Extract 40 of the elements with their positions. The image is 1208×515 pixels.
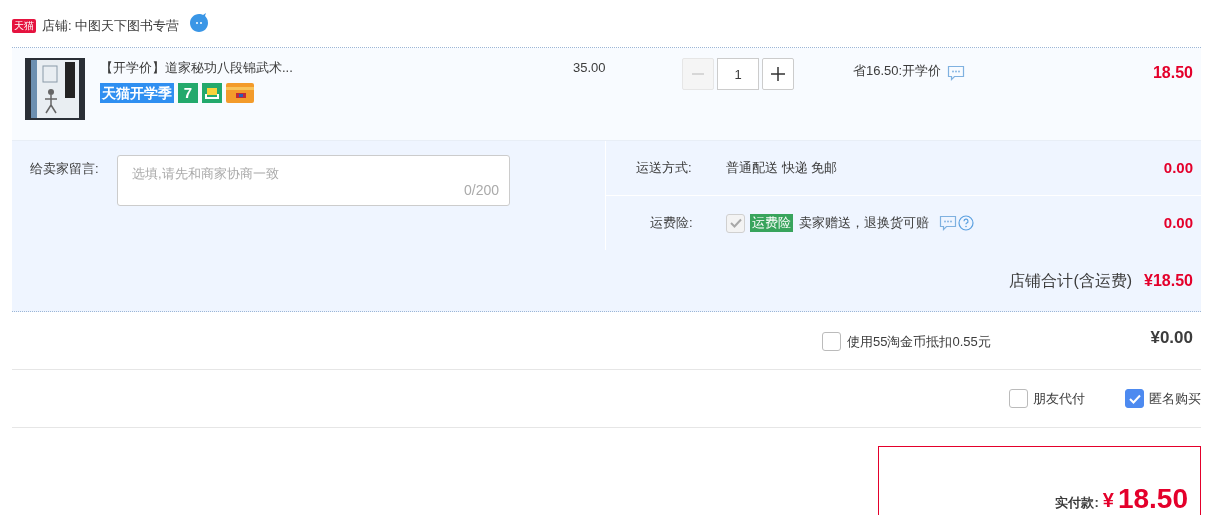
item-subtotal: 18.50 — [1152, 63, 1193, 83]
option-label[interactable]: 匿名购买 — [1149, 388, 1201, 409]
shipping-fee: 0.00 — [1163, 157, 1193, 178]
card-icon — [226, 82, 254, 103]
insurance-tag: 运费险 — [750, 214, 793, 232]
chat-icon[interactable] — [939, 215, 957, 231]
help-icon[interactable] — [958, 215, 974, 231]
coin-deduction-amount: ¥0.00 — [1150, 326, 1193, 349]
insurance-label: 运费险: — [650, 214, 694, 233]
checkbox[interactable] — [1009, 389, 1028, 408]
check-icon — [1128, 393, 1141, 404]
checkbox[interactable] — [822, 332, 841, 351]
store-badge: 天猫 — [12, 18, 36, 33]
coin-deduction-label[interactable]: 使用55淘金币抵扣0.55元 — [847, 331, 991, 352]
payment-label: 实付款: — [1055, 493, 1099, 512]
service-badge: 7 — [178, 82, 198, 103]
product-title[interactable]: 【开学价】道家秘功八段锦武术... — [100, 58, 400, 78]
message-label: 给卖家留言: — [30, 160, 100, 178]
option-label[interactable]: 朋友代付 — [1033, 388, 1085, 409]
checkbox[interactable] — [1125, 389, 1144, 408]
chat-icon[interactable] — [947, 65, 966, 81]
increase-button[interactable] — [762, 58, 794, 90]
bag-icon — [202, 82, 222, 103]
promo-badge: 天猫开学季 — [100, 82, 174, 103]
payment-amount: 18.50 — [1117, 483, 1188, 515]
shipping-method: 普通配送 快递 免邮 — [726, 159, 838, 178]
discount-text: 省16.50:开学价 — [853, 62, 942, 80]
shop-total-label: 店铺合计(含运费) — [1009, 270, 1133, 291]
character-counter: 0/200 — [463, 181, 499, 200]
plus-icon — [770, 66, 786, 82]
check-icon — [729, 218, 742, 228]
store-name[interactable]: 店铺: 中图天下图书专营 — [42, 15, 180, 36]
shop-total-amount: ¥18.50 — [1144, 270, 1193, 291]
chat-bubble-icon[interactable] — [189, 12, 210, 33]
insurance-text: 卖家赠送，退换货可赔 — [799, 214, 929, 233]
shipping-label: 运送方式: — [636, 159, 693, 178]
insurance-fee: 0.00 — [1163, 212, 1193, 233]
quantity-field[interactable]: 1 — [717, 58, 759, 90]
currency-symbol: ¥ — [1102, 488, 1114, 513]
unit-price: 35.00 — [573, 59, 607, 77]
